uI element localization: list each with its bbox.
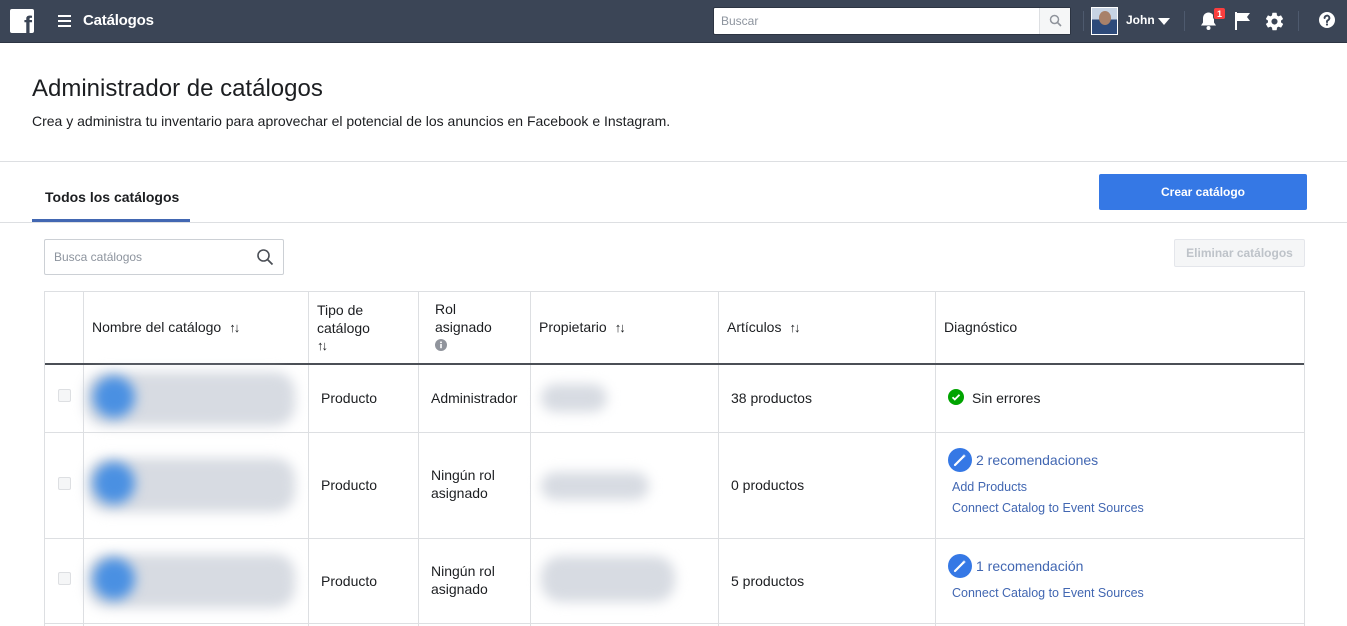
settings-gear-icon[interactable] — [1264, 11, 1285, 32]
row-checkbox[interactable] — [58, 572, 71, 585]
notification-count-badge: 1 — [1213, 7, 1227, 20]
column-divider — [718, 292, 719, 626]
owner-redacted — [541, 384, 607, 412]
divider — [0, 161, 1347, 162]
column-header-label: Rol — [435, 301, 457, 317]
column-divider — [530, 292, 531, 626]
global-search — [713, 7, 1071, 35]
page-subtitle: Crea y administra tu inventario para apr… — [32, 113, 671, 129]
check-circle-icon — [948, 389, 964, 405]
catalog-search-input[interactable] — [45, 240, 250, 274]
column-divider — [83, 292, 84, 626]
tab-label: Todos los catálogos — [45, 189, 180, 205]
help-icon[interactable] — [1318, 11, 1336, 29]
assigned-role-line: Ningún rol — [431, 563, 495, 579]
assigned-role: Ningún rol asignado — [431, 466, 495, 502]
divider — [1083, 11, 1084, 31]
column-header-owner[interactable]: Propietario ↑↓ — [539, 318, 626, 337]
assigned-role-line: asignado — [431, 581, 488, 597]
column-header-items[interactable]: Artículos ↑↓ — [727, 318, 800, 337]
row-divider — [45, 432, 1304, 433]
column-divider — [418, 292, 419, 626]
assigned-role-line: asignado — [431, 485, 488, 501]
facebook-logo-icon[interactable]: f — [10, 9, 34, 33]
facebook-logo-letter: f — [24, 12, 32, 34]
catalog-type: Producto — [321, 477, 378, 493]
global-search-button[interactable] — [1039, 8, 1070, 34]
page-title: Administrador de catálogos — [32, 75, 323, 102]
tab-all-catalogs[interactable]: Todos los catálogos — [32, 174, 190, 222]
item-count: 0 productos — [731, 477, 805, 493]
sort-icon[interactable]: ↑↓ — [789, 320, 800, 335]
assigned-role: Administrador — [431, 390, 518, 406]
user-name[interactable]: John — [1126, 13, 1155, 27]
sort-icon[interactable]: ↑↓ — [615, 320, 626, 335]
recommendations-link[interactable]: 1 recomendación — [976, 558, 1083, 574]
diagnostic-status: Sin errores — [972, 390, 1041, 406]
column-header-label: catálogo — [317, 320, 370, 336]
connect-event-sources-link[interactable]: Connect Catalog to Event Sources — [952, 501, 1144, 515]
menu-icon[interactable] — [58, 15, 71, 27]
delete-catalogs-button[interactable]: Eliminar catálogos — [1174, 239, 1305, 267]
chevron-down-icon[interactable] — [1158, 18, 1170, 25]
global-search-input[interactable] — [714, 8, 1041, 34]
column-header-label: asignado — [435, 319, 492, 335]
recommendation-wand-icon — [948, 554, 972, 578]
flag-icon[interactable] — [1234, 11, 1252, 31]
owner-redacted — [541, 472, 649, 500]
column-divider — [935, 292, 936, 626]
catalog-type: Producto — [321, 390, 378, 406]
search-icon — [1049, 14, 1062, 27]
column-header-label: Nombre del catálogo — [92, 319, 222, 335]
column-header-label: Artículos — [727, 319, 782, 335]
column-header-type[interactable]: Tipo de catálogo ↑↓ — [317, 301, 370, 355]
header-divider — [45, 363, 1304, 365]
catalog-type: Producto — [321, 573, 378, 589]
owner-redacted — [541, 556, 675, 602]
create-catalog-button[interactable]: Crear catálogo — [1099, 174, 1307, 210]
divider — [1298, 11, 1299, 31]
row-divider — [45, 538, 1304, 539]
item-count: 5 productos — [731, 573, 805, 589]
divider — [1184, 11, 1185, 31]
assigned-role: Ningún rol asignado — [431, 562, 495, 598]
sort-icon[interactable]: ↑↓ — [317, 337, 370, 355]
assigned-role-line: Ningún rol — [431, 467, 495, 483]
search-icon[interactable] — [256, 248, 274, 266]
column-header-label: Propietario — [539, 319, 607, 335]
catalogs-table: Nombre del catálogo ↑↓ Tipo de catálogo ↑… — [44, 291, 1305, 626]
add-products-link[interactable]: Add Products — [952, 480, 1027, 494]
row-divider — [45, 623, 1304, 624]
item-count: 38 productos — [731, 390, 812, 406]
column-header-label: Tipo de — [317, 302, 364, 318]
avatar[interactable] — [1091, 7, 1118, 35]
catalog-image-redacted — [93, 558, 135, 600]
top-navigation-bar: f Catálogos John 1 — [0, 0, 1347, 43]
app-title[interactable]: Catálogos — [83, 12, 154, 29]
column-header-name[interactable]: Nombre del catálogo ↑↓ — [92, 318, 240, 337]
recommendations-link[interactable]: 2 recomendaciones — [976, 452, 1098, 468]
connect-event-sources-link[interactable]: Connect Catalog to Event Sources — [952, 586, 1144, 600]
row-checkbox[interactable] — [58, 389, 71, 402]
catalog-image-redacted — [93, 376, 135, 418]
row-checkbox[interactable] — [58, 477, 71, 490]
sort-icon[interactable]: ↑↓ — [229, 320, 240, 335]
info-icon[interactable] — [435, 339, 447, 351]
column-header-role: Rol asignado — [435, 300, 492, 355]
catalog-search — [44, 239, 284, 275]
recommendation-wand-icon — [948, 448, 972, 472]
divider — [0, 222, 1347, 223]
column-header-diagnostics: Diagnóstico — [944, 319, 1018, 335]
column-divider — [308, 292, 309, 626]
catalog-image-redacted — [93, 462, 135, 504]
